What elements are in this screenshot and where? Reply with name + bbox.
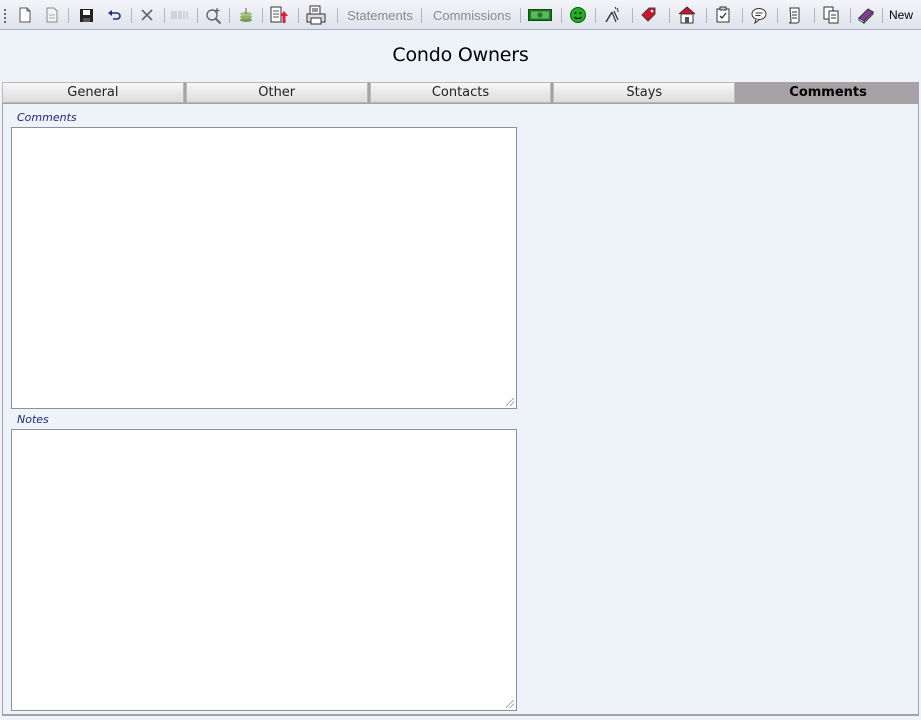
- house-icon: [678, 6, 696, 24]
- delete-icon: [141, 9, 153, 21]
- print-button[interactable]: [304, 4, 328, 26]
- cleaning-button[interactable]: [601, 4, 623, 26]
- scroll-icon: [788, 7, 800, 24]
- tab-stays[interactable]: Stays: [553, 82, 736, 103]
- tab-general[interactable]: General: [2, 82, 184, 103]
- new-label: New: [888, 8, 913, 22]
- copy-button[interactable]: [820, 4, 842, 26]
- cash-button[interactable]: [526, 4, 554, 26]
- search-icon: [206, 8, 222, 24]
- tag-button[interactable]: [638, 4, 660, 26]
- barcode-button[interactable]: [169, 4, 191, 26]
- resize-handle[interactable]: [506, 398, 514, 406]
- tab-bar: General Other Contacts Stays Comments: [2, 82, 919, 104]
- page-title: Condo Owners: [392, 44, 529, 66]
- tab-contacts[interactable]: Contacts: [369, 82, 552, 103]
- commissions-button[interactable]: Commissions: [427, 4, 517, 26]
- copy-icon: [823, 6, 839, 24]
- book-icon: [858, 8, 874, 24]
- undo-icon: [107, 10, 121, 20]
- new-button[interactable]: New: [886, 4, 916, 26]
- message-button[interactable]: [748, 4, 770, 26]
- cash-icon: [528, 9, 552, 21]
- commissions-label: Commissions: [432, 7, 511, 23]
- checklist-icon: [716, 6, 730, 23]
- document-button[interactable]: [783, 4, 805, 26]
- book-button[interactable]: [855, 4, 877, 26]
- copy-document-button[interactable]: [42, 4, 62, 26]
- export-icon: [270, 6, 288, 23]
- tab-comments[interactable]: Comments: [737, 82, 919, 103]
- tag-icon: [641, 7, 656, 22]
- undo-button[interactable]: [104, 4, 124, 26]
- save-button[interactable]: [76, 4, 96, 26]
- new-document-button[interactable]: [15, 4, 35, 26]
- print-icon: [306, 5, 326, 25]
- statements-label: Statements: [347, 7, 413, 23]
- save-icon: [79, 8, 93, 22]
- search-button[interactable]: [203, 4, 225, 26]
- speech-bubble-icon: [751, 8, 767, 24]
- tab-other[interactable]: Other: [185, 82, 368, 103]
- delete-button[interactable]: [137, 4, 157, 26]
- checklist-button[interactable]: [712, 4, 734, 26]
- comments-panel: Comments Notes: [2, 104, 919, 716]
- toolbar-grip[interactable]: [4, 8, 6, 23]
- new-document-icon: [19, 7, 31, 23]
- comments-textarea[interactable]: [11, 127, 517, 409]
- money-button[interactable]: [235, 4, 257, 26]
- barcode-icon: [171, 11, 188, 19]
- resize-handle[interactable]: [506, 700, 514, 708]
- statements-button[interactable]: Statements: [343, 4, 417, 26]
- toolbar: Statements Commissions New: [0, 0, 921, 30]
- comments-label: Comments: [17, 111, 77, 124]
- broom-icon: [605, 6, 619, 23]
- smiley-icon: [570, 7, 586, 23]
- notes-textarea[interactable]: [11, 429, 517, 711]
- copy-document-icon: [46, 7, 58, 23]
- property-button[interactable]: [675, 4, 699, 26]
- notes-label: Notes: [17, 413, 49, 426]
- export-button[interactable]: [267, 4, 291, 26]
- money-icon: [240, 8, 252, 22]
- smiley-button[interactable]: [567, 4, 589, 26]
